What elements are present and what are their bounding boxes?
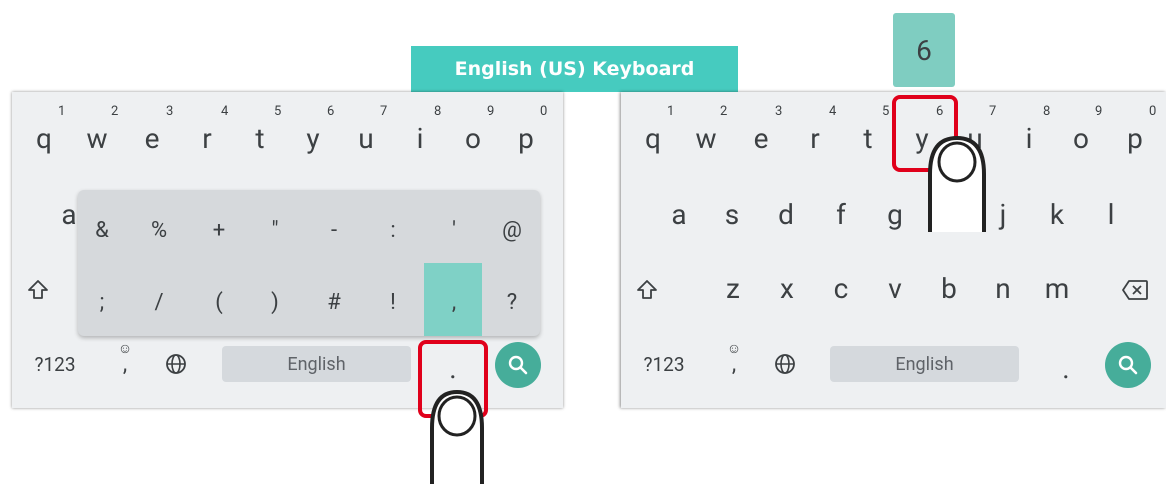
key-d[interactable]: d <box>768 194 804 234</box>
key-i[interactable]: i <box>402 116 438 160</box>
key-p[interactable]: p <box>1117 116 1153 160</box>
key-m[interactable]: m <box>1039 268 1075 308</box>
symbols-key[interactable]: ?123 <box>635 344 693 384</box>
popup-key[interactable]: ' <box>434 210 474 250</box>
key-hint-8: 8 <box>1043 104 1051 119</box>
key-hint-5: 5 <box>882 104 890 119</box>
comma-label: , <box>731 352 737 377</box>
popup-key[interactable]: ? <box>492 282 532 322</box>
key-k[interactable]: k <box>1039 194 1075 234</box>
key-hint-8: 8 <box>434 104 442 119</box>
key-hint-0: 0 <box>540 104 548 119</box>
key-n[interactable]: n <box>985 268 1021 308</box>
popup-key[interactable]: # <box>314 282 354 322</box>
key-x[interactable]: x <box>769 268 805 308</box>
key-hint-7: 7 <box>989 104 997 119</box>
key-a[interactable]: a <box>661 194 697 234</box>
popup-key[interactable]: + <box>199 210 239 250</box>
popup-key[interactable]: ( <box>199 282 239 322</box>
key-r[interactable]: r <box>189 116 225 160</box>
popup-key[interactable]: % <box>139 210 179 250</box>
key-r[interactable]: r <box>797 116 833 160</box>
search-icon <box>508 355 528 375</box>
key-p[interactable]: p <box>508 116 544 160</box>
key-i[interactable]: i <box>1011 116 1047 160</box>
comma-label: , <box>122 352 128 377</box>
popup-key[interactable]: , <box>434 282 474 322</box>
key-s[interactable]: s <box>714 194 750 234</box>
search-button[interactable] <box>1105 342 1151 388</box>
popup-key[interactable]: - <box>314 210 354 250</box>
key-w[interactable]: w <box>688 116 724 160</box>
key-hint-7: 7 <box>380 104 388 119</box>
popup-key[interactable]: & <box>82 210 122 250</box>
finger-pointer-icon <box>928 135 986 232</box>
key-l[interactable]: l <box>1093 194 1129 234</box>
key-t[interactable]: t <box>242 116 278 160</box>
key-hint-4: 4 <box>221 104 229 119</box>
shift-icon <box>28 280 48 299</box>
key-hint-2: 2 <box>111 104 119 119</box>
language-key[interactable] <box>158 346 194 382</box>
shift-key[interactable] <box>625 270 669 310</box>
shift-key[interactable] <box>16 270 60 310</box>
popup-key[interactable]: ; <box>82 282 122 322</box>
key-f[interactable]: f <box>823 194 859 234</box>
key-o[interactable]: o <box>1063 116 1099 160</box>
keyboard-title-banner: English (US) Keyboard <box>411 46 738 92</box>
key-c[interactable]: c <box>823 268 859 308</box>
key-q[interactable]: q <box>635 116 671 160</box>
backspace-key[interactable] <box>1113 270 1157 310</box>
key-hint-9: 9 <box>1095 104 1103 119</box>
key-y[interactable]: y <box>295 116 331 160</box>
symbols-key[interactable]: ?123 <box>26 344 84 384</box>
popup-key[interactable]: : <box>373 210 413 250</box>
key-v[interactable]: v <box>877 268 913 308</box>
key-hint-2: 2 <box>720 104 728 119</box>
key-hint-4: 4 <box>829 104 837 119</box>
key-z[interactable]: z <box>715 268 751 308</box>
popup-key[interactable]: / <box>139 282 179 322</box>
key-q[interactable]: q <box>26 116 62 160</box>
key-hint-1: 1 <box>58 104 66 119</box>
key-hint-9: 9 <box>487 104 495 119</box>
key-hint-3: 3 <box>775 104 783 119</box>
popup-key[interactable]: ! <box>373 282 413 322</box>
period-key[interactable]: . <box>1049 348 1083 388</box>
popup-key[interactable]: " <box>255 210 295 250</box>
key-b[interactable]: b <box>931 268 967 308</box>
key-e[interactable]: e <box>743 116 779 160</box>
popup-key[interactable]: @ <box>492 210 532 250</box>
popup-key[interactable]: ) <box>255 282 295 322</box>
key-g[interactable]: g <box>877 194 913 234</box>
key-preview-bubble: 6 <box>893 13 955 87</box>
search-icon <box>1118 355 1138 375</box>
globe-icon <box>775 354 795 374</box>
space-bar[interactable]: English <box>830 346 1019 382</box>
backspace-icon <box>1122 280 1148 300</box>
key-t[interactable]: t <box>850 116 886 160</box>
key-hint-3: 3 <box>166 104 174 119</box>
emoji-comma-key[interactable]: ☺ , <box>108 338 142 384</box>
key-u[interactable]: u <box>348 116 384 160</box>
key-hint-1: 1 <box>667 104 675 119</box>
symbol-popup: &% + " -: ' @ ; / () #!,? <box>78 190 540 336</box>
globe-icon <box>166 354 186 374</box>
language-key[interactable] <box>767 346 803 382</box>
search-button[interactable] <box>495 342 541 388</box>
key-o[interactable]: o <box>455 116 491 160</box>
shift-icon <box>637 280 657 299</box>
key-w[interactable]: w <box>79 116 115 160</box>
key-hint-5: 5 <box>274 104 282 119</box>
emoji-comma-key[interactable]: ☺ , <box>717 338 751 384</box>
space-bar[interactable]: English <box>222 346 411 382</box>
key-hint-0: 0 <box>1149 104 1157 119</box>
finger-pointer-icon <box>430 389 484 484</box>
key-e[interactable]: e <box>134 116 170 160</box>
key-hint-6: 6 <box>327 104 335 119</box>
